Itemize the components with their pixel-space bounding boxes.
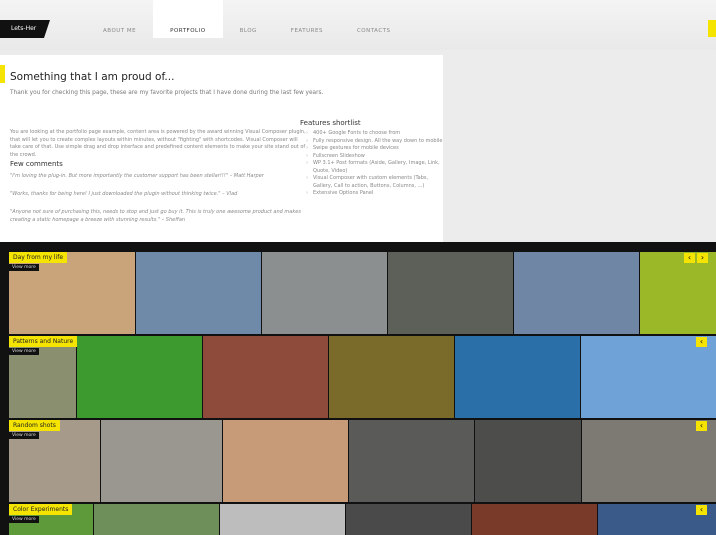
nav-about[interactable]: ABOUT ME xyxy=(86,0,153,38)
prev-arrow-icon[interactable]: ‹ xyxy=(696,337,707,347)
prev-arrow-icon[interactable]: ‹ xyxy=(696,421,707,431)
gallery-thumb[interactable] xyxy=(77,336,202,418)
gallery-thumb[interactable] xyxy=(220,504,345,535)
site-logo[interactable]: Lets-Her xyxy=(0,20,50,38)
logo-text: Lets-Her xyxy=(11,25,37,32)
corner-toggle[interactable] xyxy=(708,20,716,37)
main-nav: ABOUT ME PORTFOLIO BLOG FEATURES CONTACT… xyxy=(86,0,408,38)
gallery-thumb[interactable] xyxy=(472,504,597,535)
gallery-thumb[interactable] xyxy=(388,252,513,334)
body-text: You are looking at the portfolio page ex… xyxy=(10,129,306,158)
page-title: Something that I am proud of... xyxy=(10,71,175,83)
title-marker xyxy=(0,65,5,83)
nav-features[interactable]: FEATURES xyxy=(274,0,340,38)
row-label[interactable]: Color Experiments xyxy=(9,504,73,515)
gallery-thumb[interactable] xyxy=(262,252,387,334)
gallery-thumb[interactable] xyxy=(346,504,471,535)
next-arrow-icon[interactable]: › xyxy=(697,253,708,263)
features-list: 400+ Google Fonts to choose from Fully r… xyxy=(306,130,446,198)
row-label[interactable]: Random shots xyxy=(9,420,60,431)
prev-arrow-icon[interactable]: ‹ xyxy=(696,505,707,515)
nav-portfolio[interactable]: PORTFOLIO xyxy=(153,0,223,38)
gallery-thumb[interactable] xyxy=(349,420,474,502)
gallery-thumb[interactable] xyxy=(582,420,716,502)
gallery-thumb[interactable] xyxy=(203,336,328,418)
row-view-more[interactable]: View more xyxy=(9,432,39,439)
prev-arrow-icon[interactable]: ‹ xyxy=(684,253,695,263)
gallery-row-color: Color Experiments View more ‹ xyxy=(0,504,716,535)
row-view-more[interactable]: View more xyxy=(9,516,39,523)
gallery-thumb[interactable] xyxy=(329,336,454,418)
feature-item: Swipe gestures for mobile devices xyxy=(306,145,446,153)
comments-heading: Few comments xyxy=(10,160,63,168)
feature-item: Visual Composer with custom elements (Ta… xyxy=(306,175,446,190)
feature-item: WP 3.1+ Post formats (Aside, Gallery, Im… xyxy=(306,160,446,175)
gallery-thumb[interactable] xyxy=(455,336,580,418)
nav-contacts[interactable]: CONTACTS xyxy=(340,0,408,38)
features-heading: Features shortlist xyxy=(300,119,361,127)
feature-item: 400+ Google Fonts to choose from xyxy=(306,130,446,138)
content-panel: Something that I am proud of... Thank yo… xyxy=(0,55,443,242)
gallery-thumb[interactable] xyxy=(514,252,639,334)
gallery-thumb[interactable] xyxy=(136,252,261,334)
gallery-thumb[interactable] xyxy=(101,420,222,502)
comment-3: "Anyone not sure of purchasing this, nee… xyxy=(10,209,301,223)
gallery-row-random: Random shots View more ‹ xyxy=(0,420,716,502)
feature-item: Extensive Options Panel xyxy=(306,190,446,198)
gallery-row-day: Day from my life View more ‹ › xyxy=(0,252,716,334)
site-header: Lets-Her ABOUT ME PORTFOLIO BLOG FEATURE… xyxy=(0,0,716,50)
feature-item: Fullscreen Slideshow xyxy=(306,153,446,161)
row-view-more[interactable]: View more xyxy=(9,348,39,355)
nav-blog[interactable]: BLOG xyxy=(223,0,274,38)
row-label[interactable]: Day from my life xyxy=(9,252,68,263)
gallery-thumb[interactable] xyxy=(581,336,716,418)
feature-item: Fully responsive design. All the way dow… xyxy=(306,138,446,146)
gallery-thumb[interactable] xyxy=(94,504,219,535)
gallery-thumb[interactable] xyxy=(475,420,581,502)
portfolio-gallery: Day from my life View more ‹ › Patterns … xyxy=(0,242,716,535)
gallery-row-patterns: Patterns and Nature View more ‹ xyxy=(0,336,716,418)
gallery-thumb[interactable] xyxy=(223,420,348,502)
comment-2: "Works, thanks for being here! I just do… xyxy=(10,191,238,197)
comment-1: "I'm loving the plug-in. But more import… xyxy=(10,173,264,179)
gallery-thumb[interactable] xyxy=(640,252,716,334)
row-view-more[interactable]: View more xyxy=(9,264,39,271)
intro-text: Thank you for checking this page, these … xyxy=(10,90,324,96)
row-label[interactable]: Patterns and Nature xyxy=(9,336,78,347)
